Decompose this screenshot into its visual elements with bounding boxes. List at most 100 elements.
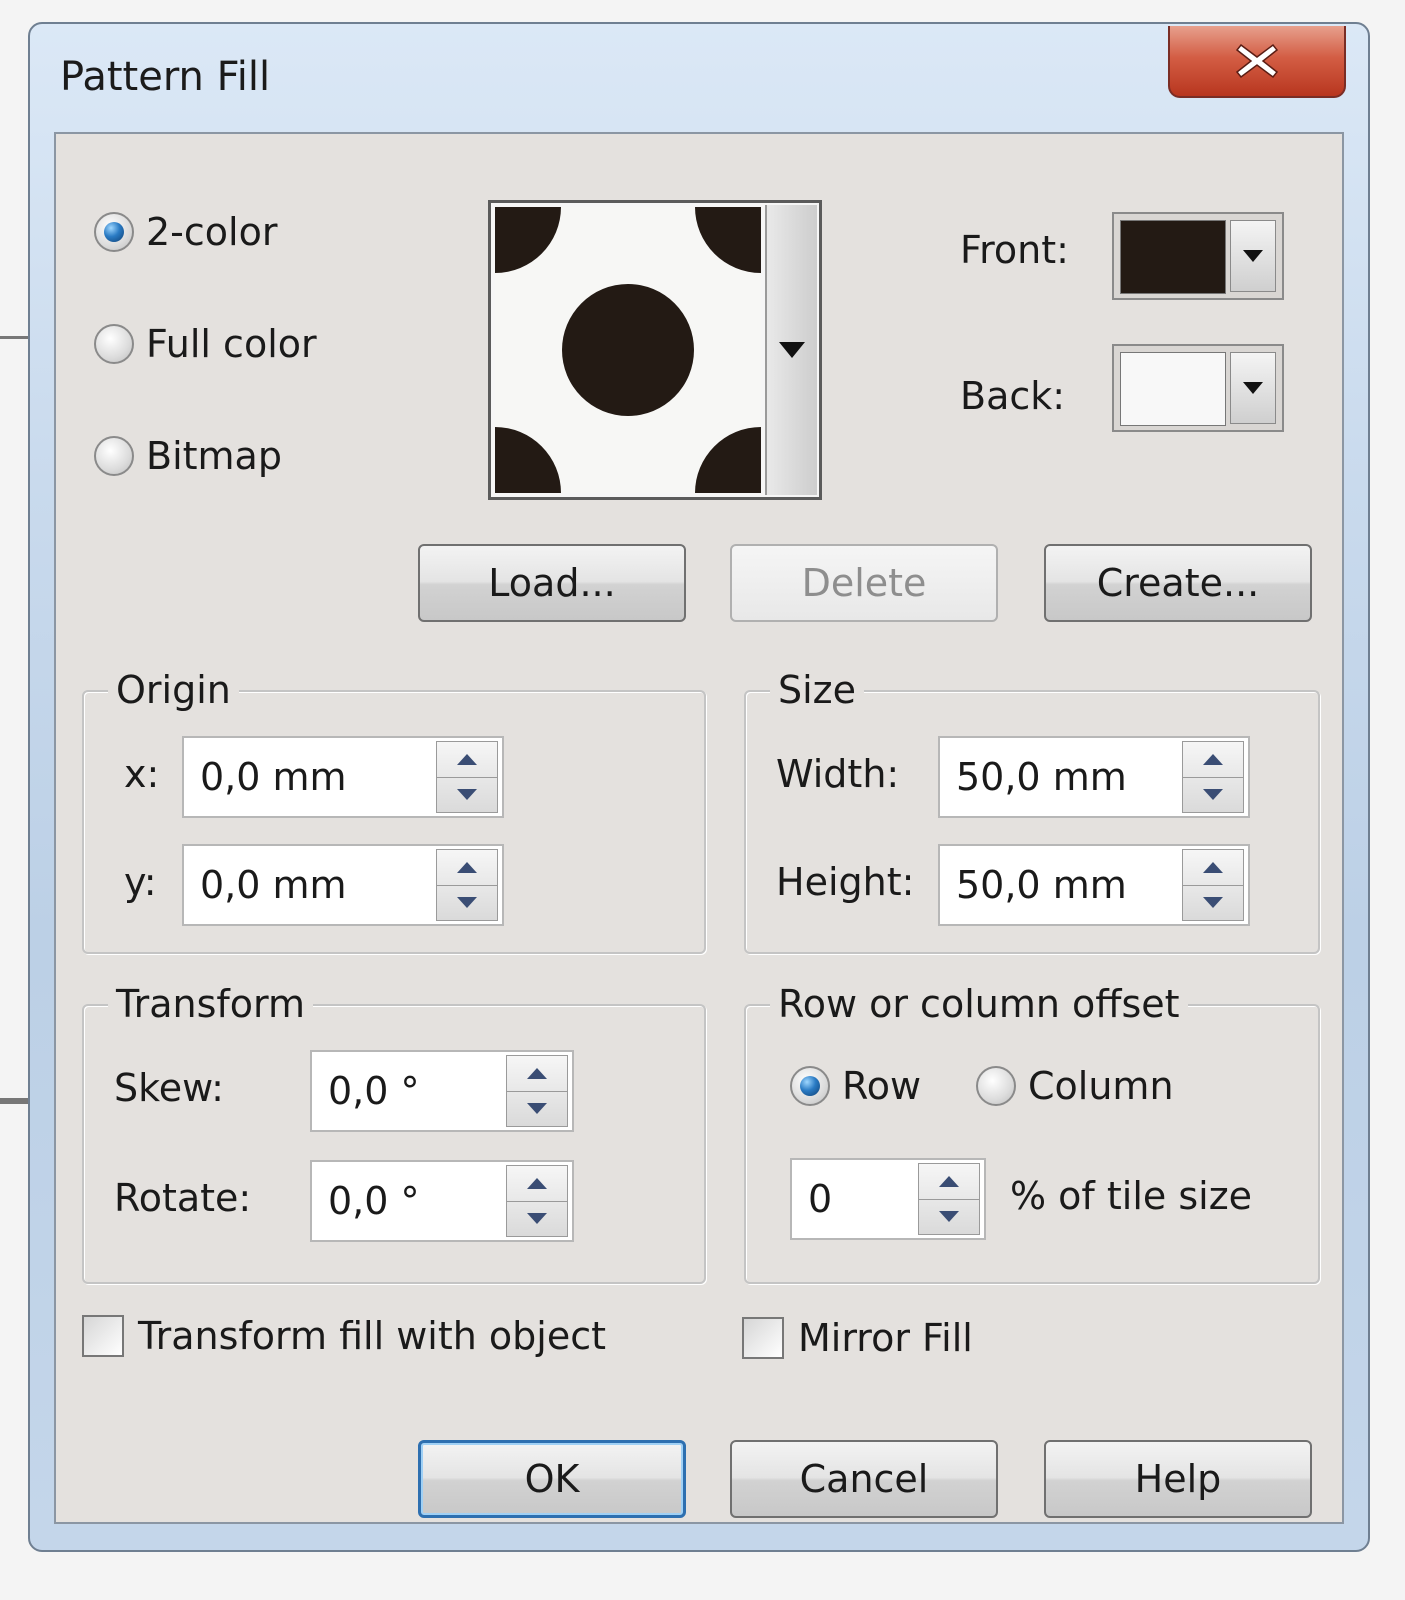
- width-spinner[interactable]: [1182, 741, 1244, 813]
- origin-y-spinner[interactable]: [436, 849, 498, 921]
- background-line: [0, 336, 30, 339]
- create-button[interactable]: Create...: [1044, 544, 1312, 622]
- rotate-label: Rotate:: [114, 1176, 252, 1220]
- arrow-down-icon: [457, 897, 477, 909]
- arrow-up-icon: [1203, 753, 1223, 765]
- close-icon: [1235, 43, 1279, 79]
- arrow-down-icon: [457, 789, 477, 801]
- offset-title: Row or column offset: [770, 982, 1188, 1026]
- spin-down-button[interactable]: [437, 776, 497, 813]
- radio-selected-dot: [800, 1076, 820, 1096]
- radio-label: Bitmap: [146, 434, 282, 478]
- spin-up-button[interactable]: [437, 850, 497, 885]
- radio-label: 2-color: [146, 210, 278, 254]
- back-color-swatch: [1120, 352, 1226, 426]
- arrow-up-icon: [457, 861, 477, 873]
- width-field[interactable]: 50,0 mm: [938, 736, 1250, 818]
- width-value[interactable]: 50,0 mm: [940, 755, 1182, 799]
- spin-up-button[interactable]: [1183, 742, 1243, 777]
- pattern-fill-dialog: Pattern Fill 2-color Full color Bitmap F…: [28, 22, 1370, 1552]
- ok-button[interactable]: OK: [418, 1440, 686, 1518]
- radio-button[interactable]: [976, 1066, 1016, 1106]
- spin-up-button[interactable]: [507, 1166, 567, 1201]
- pattern-picker[interactable]: [488, 200, 822, 500]
- radio-2-color[interactable]: 2-color: [94, 210, 277, 254]
- height-field[interactable]: 50,0 mm: [938, 844, 1250, 926]
- height-value[interactable]: 50,0 mm: [940, 863, 1182, 907]
- spin-down-button[interactable]: [1183, 776, 1243, 813]
- origin-x-spinner[interactable]: [436, 741, 498, 813]
- transform-group: Transform Skew: 0,0 ° Rotate: 0,0 °: [82, 982, 706, 1284]
- radio-button[interactable]: [94, 324, 134, 364]
- arrow-up-icon: [1203, 861, 1223, 873]
- spin-up-button[interactable]: [919, 1164, 979, 1199]
- cancel-button[interactable]: Cancel: [730, 1440, 998, 1518]
- skew-field[interactable]: 0,0 °: [310, 1050, 574, 1132]
- front-label: Front:: [960, 228, 1069, 272]
- spin-up-button[interactable]: [1183, 850, 1243, 885]
- dialog-client-area: 2-color Full color Bitmap Front: Back: L…: [54, 132, 1344, 1524]
- back-label: Back:: [960, 374, 1066, 418]
- spin-down-button[interactable]: [507, 1200, 567, 1237]
- skew-spinner[interactable]: [506, 1055, 568, 1127]
- spin-up-button[interactable]: [507, 1056, 567, 1091]
- origin-x-value[interactable]: 0,0 mm: [184, 755, 436, 799]
- radio-bitmap[interactable]: Bitmap: [94, 434, 282, 478]
- back-color-picker[interactable]: [1112, 344, 1284, 432]
- spin-down-button[interactable]: [507, 1090, 567, 1127]
- mirror-fill-checkbox[interactable]: [742, 1317, 784, 1359]
- radio-button[interactable]: [790, 1066, 830, 1106]
- spin-up-button[interactable]: [437, 742, 497, 777]
- front-color-swatch: [1120, 220, 1226, 294]
- help-button[interactable]: Help: [1044, 1440, 1312, 1518]
- origin-x-label: x:: [124, 752, 160, 796]
- spin-down-button[interactable]: [919, 1198, 979, 1235]
- rotate-value[interactable]: 0,0 °: [312, 1179, 506, 1223]
- front-color-dropdown[interactable]: [1230, 220, 1276, 292]
- rotate-spinner[interactable]: [506, 1165, 568, 1237]
- delete-button: Delete: [730, 544, 998, 622]
- front-color-picker[interactable]: [1112, 212, 1284, 300]
- offset-spinner[interactable]: [918, 1163, 980, 1235]
- radio-label: Column: [1028, 1064, 1174, 1108]
- radio-selected-dot: [104, 222, 124, 242]
- height-spinner[interactable]: [1182, 849, 1244, 921]
- radio-label: Row: [842, 1064, 922, 1108]
- spin-down-button[interactable]: [437, 884, 497, 921]
- origin-x-field[interactable]: 0,0 mm: [182, 736, 504, 818]
- transform-fill-checkbox[interactable]: [82, 1315, 124, 1357]
- radio-row[interactable]: Row: [790, 1064, 921, 1108]
- back-color-dropdown[interactable]: [1230, 352, 1276, 424]
- arrow-down-icon: [527, 1103, 547, 1115]
- mirror-fill-checkbox-row[interactable]: Mirror Fill: [742, 1316, 973, 1360]
- load-button[interactable]: Load...: [418, 544, 686, 622]
- radio-column[interactable]: Column: [976, 1064, 1174, 1108]
- offset-field[interactable]: 0: [790, 1158, 986, 1240]
- pattern-dropdown-button[interactable]: [765, 205, 817, 495]
- origin-group: Origin x: 0,0 mm y: 0,0 mm: [82, 668, 706, 954]
- rotate-field[interactable]: 0,0 °: [310, 1160, 574, 1242]
- size-title: Size: [770, 668, 865, 712]
- offset-value[interactable]: 0: [792, 1177, 918, 1221]
- skew-label: Skew:: [114, 1066, 224, 1110]
- transform-fill-checkbox-row[interactable]: Transform fill with object: [82, 1314, 606, 1358]
- arrow-up-icon: [457, 753, 477, 765]
- triangle-down-icon: [779, 342, 805, 358]
- origin-y-value[interactable]: 0,0 mm: [184, 863, 436, 907]
- radio-full-color[interactable]: Full color: [94, 322, 317, 366]
- radio-button[interactable]: [94, 212, 134, 252]
- close-button[interactable]: [1168, 26, 1346, 98]
- radio-button[interactable]: [94, 436, 134, 476]
- arrow-down-icon: [939, 1211, 959, 1223]
- triangle-down-icon: [1243, 250, 1263, 262]
- spin-down-button[interactable]: [1183, 884, 1243, 921]
- transform-fill-label: Transform fill with object: [138, 1314, 607, 1358]
- origin-y-field[interactable]: 0,0 mm: [182, 844, 504, 926]
- arrow-down-icon: [1203, 789, 1223, 801]
- triangle-down-icon: [1243, 382, 1263, 394]
- origin-title: Origin: [108, 668, 239, 712]
- origin-y-label: y:: [124, 860, 157, 904]
- skew-value[interactable]: 0,0 °: [312, 1069, 506, 1113]
- arrow-up-icon: [939, 1175, 959, 1187]
- mirror-fill-label: Mirror Fill: [798, 1316, 973, 1360]
